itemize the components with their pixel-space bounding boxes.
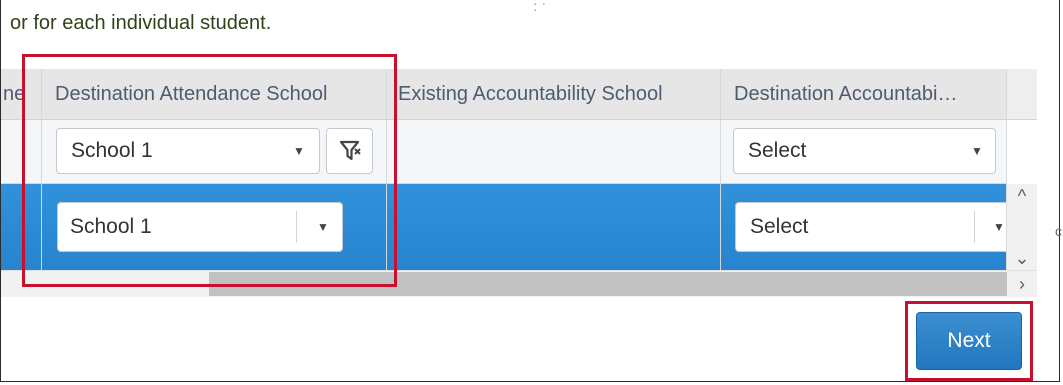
chevron-down-icon: ▼ (993, 220, 1005, 234)
truncated-text: · · · (533, 0, 547, 17)
select-divider (974, 211, 975, 243)
header-existing-accountability-school[interactable]: Existing Accountability School (387, 69, 720, 119)
highlight-box-attendance-school (22, 54, 397, 287)
column-divider (1006, 69, 1007, 184)
next-button[interactable]: Next (916, 312, 1022, 370)
select-value: Select (750, 215, 809, 238)
header-destination-accountability-school[interactable]: Destination Accountabi… (721, 69, 1006, 119)
chevron-down-icon: ▼ (971, 144, 983, 158)
chevron-right-icon[interactable]: › (1007, 271, 1037, 297)
chevron-up-icon[interactable]: ^ (1007, 186, 1037, 206)
select-value: Select (748, 139, 807, 162)
header-filler (1006, 69, 1037, 120)
truncated-indicator: c (1055, 223, 1062, 239)
chevron-down-icon[interactable]: ⌄ (1007, 248, 1037, 268)
column-divider (720, 69, 721, 270)
instruction-text: or for each individual student. (10, 12, 272, 34)
accountability-school-filter-select[interactable]: Select ▼ (733, 128, 996, 174)
accountability-school-select[interactable]: Select ▼ (735, 202, 1015, 252)
vertical-scrollbar[interactable]: ^ ⌄ (1006, 184, 1037, 270)
